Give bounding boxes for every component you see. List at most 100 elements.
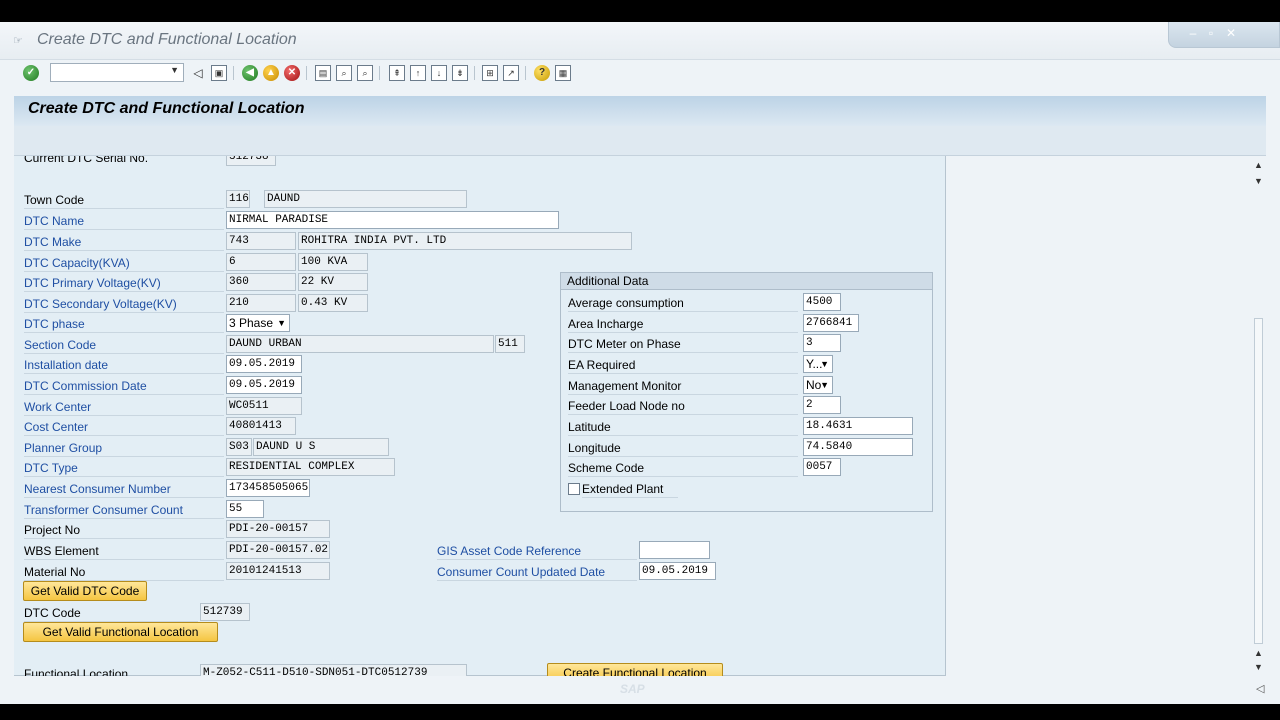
cancel-icon[interactable]: ✕ <box>284 65 300 81</box>
scheme-code-label: Scheme Code <box>568 461 645 475</box>
meter-on-phase-input[interactable]: 3 <box>803 334 841 352</box>
current-dtc-serial-field: 512738 <box>226 156 276 166</box>
transformer-consumer-count-label: Transformer Consumer Count <box>24 503 183 517</box>
installation-date-label: Installation date <box>24 358 109 372</box>
restore-icon[interactable]: ▫ <box>1203 25 1219 41</box>
dtc-phase-label: DTC phase <box>24 317 85 331</box>
transformer-consumer-count-input[interactable]: 55 <box>226 500 264 518</box>
dtc-make-text-field: ROHITRA INDIA PVT. LTD <box>298 232 632 250</box>
first-page-icon[interactable]: ⇞ <box>389 65 405 81</box>
meter-on-phase-label: DTC Meter on Phase <box>568 337 681 351</box>
nearest-consumer-input[interactable]: 173458505065 <box>226 479 310 497</box>
secondary-voltage-code-field: 210 <box>226 294 296 312</box>
cost-center-field: 40801413 <box>226 417 296 435</box>
avg-consumption-input[interactable]: 4500 <box>803 293 841 311</box>
chevron-down-icon[interactable]: ▼ <box>820 356 829 372</box>
create-functional-location-button[interactable]: Create Functional Location <box>547 663 723 676</box>
wbs-element-field: PDI-20-00157.02 <box>226 541 330 559</box>
window-title: Create DTC and Functional Location <box>37 31 297 48</box>
sap-logo: SAP <box>620 682 645 696</box>
print-icon[interactable]: ▤ <box>315 65 331 81</box>
screen-title: Create DTC and Functional Location <box>28 100 305 117</box>
scroll-up-icon[interactable]: ▲ <box>1254 648 1263 658</box>
enter-check-icon[interactable]: ✓ <box>23 65 39 81</box>
secondary-voltage-text-field: 0.43 KV <box>298 294 368 312</box>
dtc-code-field: 512739 <box>200 603 250 621</box>
scrollbar-thumb[interactable] <box>1254 318 1263 644</box>
close-icon[interactable]: ✕ <box>1223 25 1239 41</box>
get-valid-functional-location-button[interactable]: Get Valid Functional Location <box>23 622 218 642</box>
additional-data-group: Additional Data Average consumption 4500… <box>560 272 933 512</box>
system-menu-icon[interactable]: ☞ <box>13 34 23 47</box>
chevron-down-icon[interactable]: ▼ <box>277 315 286 331</box>
back-arrow-icon[interactable]: ◁ <box>190 65 206 81</box>
town-name-field: DAUND <box>264 190 467 208</box>
dtc-capacity-code-field: 6 <box>226 253 296 271</box>
screen-header: Create DTC and Functional Location <box>14 96 1266 126</box>
town-code-label: Town Code <box>24 193 85 207</box>
section-name-field: DAUND URBAN <box>226 335 494 353</box>
help-icon[interactable]: ? <box>534 65 550 81</box>
area-incharge-input[interactable]: 2766841 <box>803 314 859 332</box>
scroll-down-icon[interactable]: ▼ <box>1254 662 1263 672</box>
toolbar-separator <box>233 66 234 80</box>
form-panel: Current DTC Serial No. 512738 Town Code … <box>14 156 946 676</box>
window-controls: – ▫ ✕ <box>1168 22 1280 48</box>
gis-asset-label: GIS Asset Code Reference <box>437 544 582 558</box>
extended-plant-checkbox[interactable] <box>568 483 580 495</box>
save-icon[interactable]: ▣ <box>211 65 227 81</box>
command-field[interactable]: ▼ <box>50 63 184 82</box>
standard-toolbar: ✓ ▼ ◁ ▣ ◀ ▲ ✕ ▤ ⌕ ⌕ ⇞ ↑ ↓ ⇟ ⊞ ↗ ? ▦ <box>0 60 1280 86</box>
find-next-icon[interactable]: ⌕ <box>357 65 373 81</box>
planner-group-text-field: DAUND U S <box>253 438 389 456</box>
avg-consumption-label: Average consumption <box>568 296 684 310</box>
latitude-input[interactable]: 18.4631 <box>803 417 913 435</box>
find-icon[interactable]: ⌕ <box>336 65 352 81</box>
new-session-icon[interactable]: ⊞ <box>482 65 498 81</box>
project-no-field: PDI-20-00157 <box>226 520 330 538</box>
scroll-down-icon[interactable]: ▼ <box>1254 176 1263 186</box>
back-green-icon[interactable]: ◀ <box>242 65 258 81</box>
section-code-field: 511 <box>495 335 525 353</box>
section-code-label: Section Code <box>24 338 97 352</box>
longitude-label: Longitude <box>568 441 621 455</box>
consumer-count-date-input[interactable]: 09.05.2019 <box>639 562 716 580</box>
current-dtc-serial-label: Current DTC Serial No. <box>24 156 149 165</box>
scheme-code-input[interactable]: 0057 <box>803 458 841 476</box>
minimize-icon[interactable]: – <box>1185 25 1201 41</box>
ea-required-dropdown[interactable]: Y... ▼ <box>803 355 833 373</box>
consumer-count-date-label: Consumer Count Updated Date <box>437 565 606 579</box>
sap-window: ☞ Create DTC and Functional Location – ▫… <box>0 22 1280 704</box>
toolbar-separator <box>525 66 526 80</box>
layout-menu-icon[interactable]: ▦ <box>555 65 571 81</box>
application-toolbar <box>14 126 1266 156</box>
work-center-label: Work Center <box>24 400 92 414</box>
vertical-scrollbar[interactable]: ▲ ▼ ▲ ▼ <box>1252 156 1266 676</box>
next-page-icon[interactable]: ↓ <box>431 65 447 81</box>
shortcut-icon[interactable]: ↗ <box>503 65 519 81</box>
feeder-load-node-input[interactable]: 2 <box>803 396 841 414</box>
nearest-consumer-label: Nearest Consumer Number <box>24 482 171 496</box>
dtc-capacity-text-field: 100 KVA <box>298 253 368 271</box>
chevron-down-icon[interactable]: ▼ <box>170 65 179 75</box>
primary-voltage-text-field: 22 KV <box>298 273 368 291</box>
exit-icon[interactable]: ▲ <box>263 65 279 81</box>
gis-asset-input[interactable] <box>639 541 710 559</box>
dtc-capacity-label: DTC Capacity(KVA) <box>24 256 130 270</box>
dtc-phase-dropdown[interactable]: 3 Phase ▼ <box>226 314 290 332</box>
chevron-down-icon[interactable]: ▼ <box>820 377 829 393</box>
secondary-voltage-label: DTC Secondary Voltage(KV) <box>24 297 177 311</box>
dtc-type-field: RESIDENTIAL COMPLEX <box>226 458 395 476</box>
work-center-field: WC0511 <box>226 397 302 415</box>
dtc-name-input[interactable]: NIRMAL PARADISE <box>226 211 559 229</box>
dtc-make-label: DTC Make <box>24 235 82 249</box>
longitude-input[interactable]: 74.5840 <box>803 438 913 456</box>
get-valid-dtc-code-button[interactable]: Get Valid DTC Code <box>23 581 147 601</box>
status-bar-toggle-icon[interactable]: ◁ <box>1256 682 1264 695</box>
installation-date-input[interactable]: 09.05.2019 <box>226 355 302 373</box>
last-page-icon[interactable]: ⇟ <box>452 65 468 81</box>
commission-date-input[interactable]: 09.05.2019 <box>226 376 302 394</box>
mgmt-monitor-dropdown[interactable]: No ▼ <box>803 376 833 394</box>
scroll-up-icon[interactable]: ▲ <box>1254 160 1263 170</box>
previous-page-icon[interactable]: ↑ <box>410 65 426 81</box>
